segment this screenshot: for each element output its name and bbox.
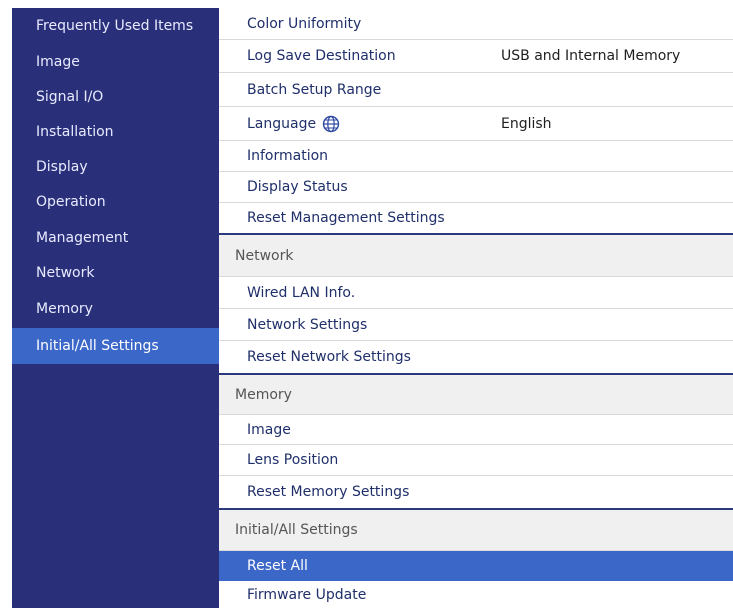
sidebar-item-operation[interactable]: Operation	[12, 184, 219, 220]
menu-item-value: English	[501, 115, 552, 132]
sidebar-item-management[interactable]: Management	[12, 220, 219, 256]
sidebar-item-signal-io[interactable]: Signal I/O	[12, 79, 219, 115]
menu-item-color-uniformity[interactable]: Color Uniformity	[219, 8, 733, 40]
menu-item-wired-lan-info[interactable]: Wired LAN Info.	[219, 277, 733, 309]
sidebar-item-frequently-used-items[interactable]: Frequently Used Items	[12, 8, 219, 44]
menu-item-label: Reset Management Settings	[247, 210, 445, 226]
category-sidebar: Frequently Used Items Image Signal I/O I…	[12, 8, 219, 608]
menu-item-firmware-update[interactable]: Firmware Update	[219, 581, 733, 608]
menu-item-label: Reset Memory Settings	[247, 484, 410, 500]
menu-item-network-settings[interactable]: Network Settings	[219, 309, 733, 341]
projector-menu: Frequently Used Items Image Signal I/O I…	[12, 8, 733, 608]
sidebar-item-initial-all-settings[interactable]: Initial/All Settings	[12, 328, 219, 364]
globe-icon	[322, 115, 340, 133]
menu-item-log-save-destination[interactable]: Log Save Destination USB and Internal Me…	[219, 40, 733, 73]
menu-item-image[interactable]: Image	[219, 415, 733, 445]
menu-item-label: Wired LAN Info.	[247, 284, 356, 301]
menu-item-label: Log Save Destination	[247, 48, 396, 64]
section-header-network: Network	[219, 233, 733, 277]
menu-item-display-status[interactable]: Display Status	[219, 172, 733, 203]
section-header-label: Initial/All Settings	[235, 522, 358, 538]
menu-item-label: Display Status	[247, 179, 348, 195]
section-header-memory: Memory	[219, 373, 733, 415]
menu-item-label: Batch Setup Range	[247, 81, 382, 98]
menu-item-label: Language	[247, 115, 317, 132]
menu-item-label: Firmware Update	[247, 586, 367, 603]
menu-item-label: Color Uniformity	[247, 15, 362, 32]
settings-list: Color Uniformity Log Save Destination US…	[219, 8, 733, 608]
section-header-initial-all-settings: Initial/All Settings	[219, 508, 733, 551]
sidebar-item-display[interactable]: Display	[12, 149, 219, 185]
menu-item-reset-network-settings[interactable]: Reset Network Settings	[219, 341, 733, 373]
sidebar-item-installation[interactable]: Installation	[12, 114, 219, 150]
menu-item-label: Image	[247, 421, 291, 438]
sidebar-item-image[interactable]: Image	[12, 44, 219, 80]
menu-item-label: Information	[247, 148, 329, 164]
menu-item-label: Network Settings	[247, 316, 368, 333]
sidebar-item-memory[interactable]: Memory	[12, 291, 219, 327]
menu-item-label: Reset All	[247, 557, 308, 574]
menu-item-batch-setup-range[interactable]: Batch Setup Range	[219, 73, 733, 107]
menu-item-label: Lens Position	[247, 452, 339, 468]
sidebar-item-network[interactable]: Network	[12, 255, 219, 291]
menu-item-language[interactable]: Language English	[219, 107, 733, 141]
menu-item-value: USB and Internal Memory	[501, 48, 681, 64]
menu-item-reset-all[interactable]: Reset All	[219, 551, 733, 581]
menu-item-reset-management-settings[interactable]: Reset Management Settings	[219, 203, 733, 233]
section-header-label: Network	[235, 247, 294, 264]
section-header-label: Memory	[235, 386, 292, 403]
menu-item-reset-memory-settings[interactable]: Reset Memory Settings	[219, 476, 733, 508]
menu-item-information[interactable]: Information	[219, 141, 733, 172]
menu-item-lens-position[interactable]: Lens Position	[219, 445, 733, 476]
menu-item-label: Reset Network Settings	[247, 349, 411, 365]
